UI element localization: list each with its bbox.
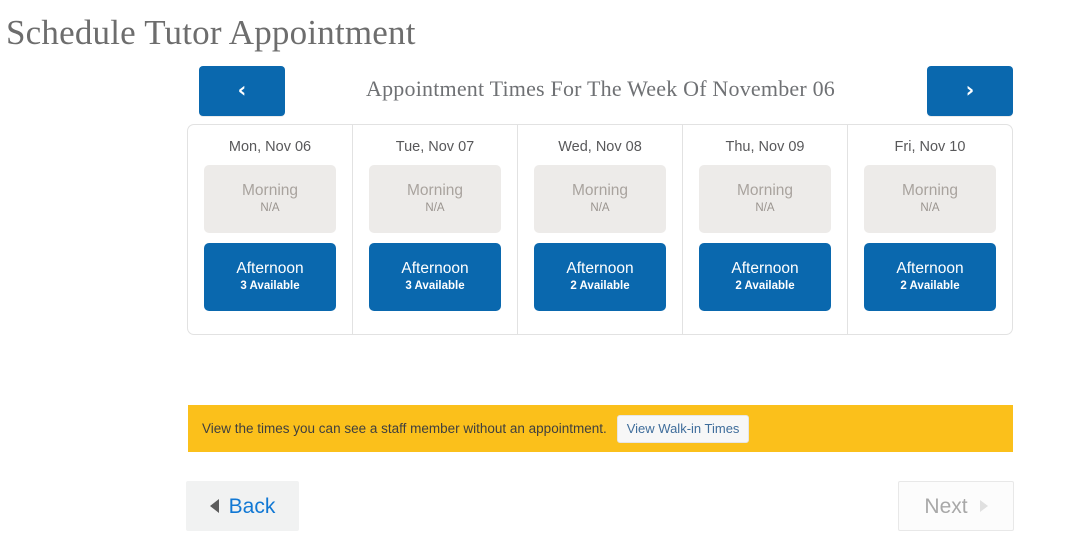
walkin-message: View the times you can see a staff membe… [202, 421, 607, 436]
week-range-label: Appointment Times For The Week Of Novemb… [366, 76, 835, 101]
week-schedule-card: Mon, Nov 06 Morning N/A Afternoon 3 Availabl… [187, 124, 1013, 335]
timeslot-availability: 2 Available [900, 279, 960, 292]
triangle-left-icon [209, 499, 219, 513]
timeslot-availability: 3 Available [240, 279, 300, 292]
timeslot-available[interactable]: Afternoon 3 Available [369, 243, 501, 311]
day-header: Tue, Nov 07 [395, 139, 475, 155]
next-button[interactable]: Next [898, 481, 1014, 531]
timeslot-name: Morning [242, 182, 298, 200]
week-navigation: ‹ Appointment Times For The Week Of Nove… [188, 66, 1013, 118]
day-column: Mon, Nov 06 Morning N/A Afternoon 3 Availabl… [188, 125, 353, 334]
timeslot-name: Afternoon [401, 260, 469, 278]
timeslot-available[interactable]: Afternoon 3 Available [204, 243, 336, 311]
day-header: Fri, Nov 10 [894, 139, 966, 155]
day-column: Wed, Nov 08 Morning N/A Afternoon 2 Availabl… [518, 125, 683, 334]
day-column: Tue, Nov 07 Morning N/A Afternoon 3 Availabl… [353, 125, 518, 334]
day-column: Fri, Nov 10 Morning N/A Afternoon 2 Availabl… [848, 125, 1012, 334]
timeslot-availability: N/A [920, 201, 940, 214]
day-column: Thu, Nov 09 Morning N/A Afternoon 2 Availabl… [683, 125, 848, 334]
timeslot-availability: N/A [590, 201, 610, 214]
timeslot-name: Morning [407, 182, 463, 200]
timeslot-available[interactable]: Afternoon 2 Available [699, 243, 831, 311]
view-walkin-times-button[interactable]: View Walk-in Times [616, 414, 750, 443]
day-header: Wed, Nov 08 [558, 139, 642, 155]
timeslot-name: Afternoon [566, 260, 634, 278]
timeslot-unavailable: Morning N/A [369, 165, 501, 233]
back-button-label: Back [228, 494, 276, 518]
next-week-button[interactable]: › [927, 66, 1013, 116]
timeslot-availability: 3 Available [405, 279, 465, 292]
timeslot-unavailable: Morning N/A [864, 165, 996, 233]
timeslot-name: Afternoon [236, 260, 304, 278]
triangle-right-icon [979, 500, 988, 512]
timeslot-availability: 2 Available [735, 279, 795, 292]
back-button[interactable]: Back [186, 481, 299, 531]
timeslot-name: Afternoon [731, 260, 799, 278]
timeslot-name: Morning [572, 182, 628, 200]
timeslot-available[interactable]: Afternoon 2 Available [864, 243, 996, 311]
chevron-right-icon: › [965, 77, 975, 102]
day-header: Mon, Nov 06 [228, 139, 312, 155]
timeslot-availability: N/A [755, 201, 775, 214]
timeslot-availability: N/A [260, 201, 280, 214]
timeslot-available[interactable]: Afternoon 2 Available [534, 243, 666, 311]
timeslot-unavailable: Morning N/A [534, 165, 666, 233]
timeslot-availability: N/A [425, 201, 445, 214]
timeslot-availability: 2 Available [570, 279, 630, 292]
next-button-label: Next [924, 494, 968, 518]
page-title: Schedule Tutor Appointment [6, 13, 416, 52]
walkin-banner: View the times you can see a staff membe… [188, 405, 1013, 452]
timeslot-name: Morning [737, 182, 793, 200]
timeslot-name: Morning [902, 182, 958, 200]
timeslot-name: Afternoon [896, 260, 964, 278]
day-header: Thu, Nov 09 [725, 139, 805, 155]
timeslot-unavailable: Morning N/A [699, 165, 831, 233]
timeslot-unavailable: Morning N/A [204, 165, 336, 233]
